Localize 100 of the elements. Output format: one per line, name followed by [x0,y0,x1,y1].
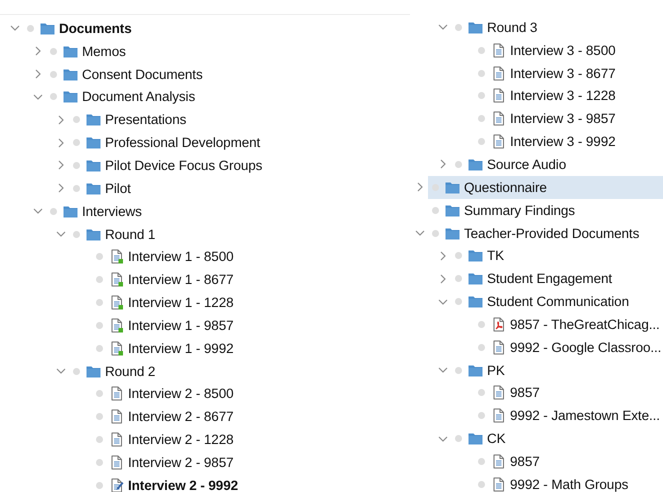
document-icon [491,88,506,104]
document-icon [109,409,124,424]
document-icon [491,476,506,492]
document-icon [109,432,124,448]
item-label: Summary Findings [464,202,575,218]
tree-item[interactable]: Interview 1 - 8677 [92,268,410,292]
status-dot-icon [50,70,57,78]
status-dot-icon [96,436,103,444]
item-label: Round 1 [105,226,156,242]
tree-item[interactable]: 9992 - Math Groups [474,472,663,492]
item-label: CK [487,431,506,446]
tree-item[interactable]: CK [451,427,663,450]
tree-item[interactable]: Round 3 [451,16,663,39]
folder-icon [86,226,101,242]
tree-item[interactable]: PK [451,358,663,382]
folder-icon [445,180,460,195]
folder-icon [468,431,483,446]
tree-item[interactable]: Pilot [69,176,410,200]
item-label: Professional Development [105,135,260,150]
document-pencil-icon [109,478,124,492]
tree-item[interactable]: 9857 - TheGreatChicag... [474,312,663,336]
item-label: Round 2 [105,364,156,379]
tree-item[interactable]: Interview 1 - 8500 [92,245,410,268]
tree-item[interactable]: Presentations [69,108,410,132]
status-dot-icon [50,48,57,55]
item-label: Interview 3 - 8677 [510,66,616,81]
item-label: PK [487,362,505,378]
status-dot-icon [96,253,103,260]
tree-item[interactable]: Source Audio [451,153,663,176]
folder-icon [86,112,101,128]
item-label: 9857 - TheGreatChicag... [510,316,660,332]
item-label: 9992 - Math Groups [510,476,628,492]
item-label: Interview 1 - 9857 [128,318,234,333]
status-dot-icon [73,184,80,192]
tree-item[interactable]: Interview 2 - 9857 [92,451,410,474]
tree-item[interactable]: 9857 [474,450,663,473]
status-dot-icon [96,458,103,466]
tree-item[interactable]: Professional Development [69,131,410,154]
status-dot-icon [478,115,485,122]
status-dot-icon [478,138,485,146]
tree-item[interactable]: Interview 3 - 9992 [474,130,663,154]
folder-icon [86,158,101,173]
tree-item[interactable]: Interview 2 - 9992 [92,474,410,492]
item-label: Interview 3 - 9857 [510,111,616,126]
tree-item[interactable]: Interview 2 - 8677 [92,405,410,428]
tree-item[interactable]: Interview 3 - 9857 [474,107,663,130]
item-label: 9857 [510,385,540,400]
item-label: Presentations [105,112,186,128]
folder-icon [468,20,483,35]
status-dot-icon [50,93,57,100]
tree-item[interactable]: Summary Findings [428,198,663,222]
status-dot-icon [432,206,439,214]
status-dot-icon [455,252,462,260]
folder-icon [63,66,78,82]
document-icon [491,42,506,58]
tree-item[interactable]: Interview 3 - 8500 [474,38,663,62]
document-icon [491,408,506,424]
tree-item[interactable]: Questionnaire [428,176,663,199]
status-dot-icon [96,482,103,489]
tree-item[interactable]: Interview 3 - 8677 [474,62,663,85]
tree-item[interactable]: Interview 2 - 1228 [92,428,410,452]
folder-icon [468,294,483,310]
tree-item[interactable]: 9857 [474,382,663,404]
folder-icon [63,204,78,219]
document-icon [491,340,506,355]
folder-icon [63,44,78,59]
tree-item[interactable]: Teacher-Provided Documents [428,222,663,244]
document-icon [109,340,124,356]
tree-item[interactable]: Round 2 [69,360,410,382]
tree-item[interactable]: Memos [46,40,410,63]
item-label: Interview 2 - 8677 [128,409,234,424]
tree-item[interactable]: Interview 1 - 1228 [92,291,410,314]
folder-icon [445,226,460,241]
tree-item[interactable]: Pilot Device Focus Groups [69,154,410,177]
tree-item[interactable]: Interview 1 - 9992 [92,336,410,360]
item-label: Interview 1 - 8500 [128,249,234,264]
item-label: Interview 2 - 9992 [128,478,238,492]
tree-item[interactable]: Student Communication [451,290,663,313]
tree-item[interactable]: Interview 1 - 9857 [92,314,410,337]
status-dot-icon [478,344,485,351]
tree-item[interactable]: Round 1 [69,222,410,246]
item-label: 9992 - Google Classroo... [510,340,662,355]
tree-item[interactable]: Document Analysis [46,86,410,108]
tree-item[interactable]: Documents [23,17,410,40]
tree-item[interactable]: Interview 3 - 1228 [474,84,663,108]
item-label: Interview 2 - 9857 [128,454,234,470]
tree-item[interactable]: Consent Documents [46,62,410,86]
tree-item[interactable]: 9992 - Jamestown Exte... [474,404,663,428]
status-dot-icon [96,276,103,284]
tree-item[interactable]: TK [451,244,663,268]
tree-item[interactable]: Interviews [46,200,410,223]
folder-icon [468,156,483,172]
document-icon [109,295,124,310]
tree-item[interactable]: Student Engagement [451,267,663,290]
status-dot-icon [478,70,485,77]
tree-item[interactable]: 9992 - Google Classroo... [474,336,663,359]
tree-item[interactable]: Interview 2 - 8500 [92,382,410,406]
folder-icon [86,364,101,379]
folder-icon [86,135,101,150]
status-dot-icon [96,413,103,420]
